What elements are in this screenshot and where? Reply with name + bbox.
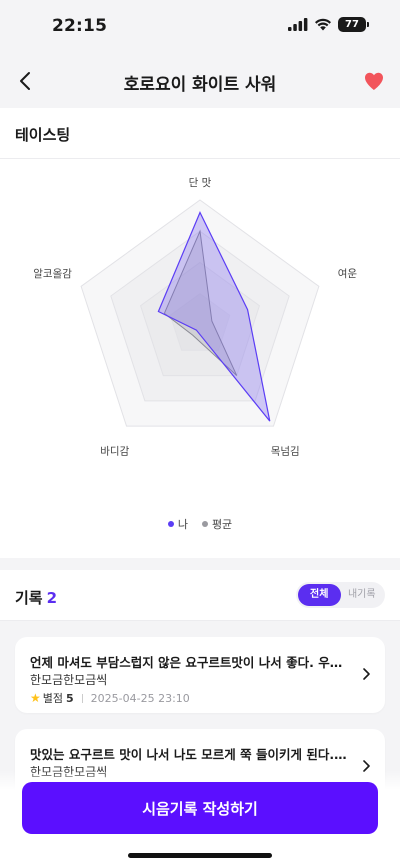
tasting-section: 테이스팅 단 맛여운목넘김 바디감 알코올감 나 평균: [0, 108, 400, 558]
filter-all-tab[interactable]: 전체: [298, 584, 341, 606]
record-author: 한모금한모금씩: [30, 673, 108, 687]
meta-separator: [81, 693, 83, 703]
legend-label-average: 평균: [211, 518, 233, 531]
star-icon: ★: [30, 691, 41, 705]
record-meta: ★ 별점 5 2025-04-25 23:10: [30, 690, 190, 706]
status-bar: 22:15 77: [0, 0, 400, 54]
legend-label-me: 나: [177, 518, 188, 531]
chevron-right-icon: [363, 668, 370, 680]
status-time: 22:15: [52, 16, 108, 36]
record-text: 맛있는 요구르트 맛이 나서 나도 모르게 쭉 들이키게 된다. 아무리 마셔도: [30, 747, 350, 762]
rating-value: 5: [66, 691, 74, 705]
record-card[interactable]: 언제 마셔도 부담스럽지 않은 요구르트맛이 나서 좋다. 우연히 편의점에서 …: [15, 637, 385, 713]
nav-bar: 호로요이 화이트 사워: [0, 54, 400, 108]
tasting-title: 테이스팅: [15, 126, 71, 144]
rating-label: 별점: [42, 692, 64, 705]
radar-axis-label: 여운: [338, 268, 358, 280]
records-title-label: 기록: [15, 589, 43, 607]
radar-axis-label: 알코올감: [33, 268, 72, 280]
signal-icon: [288, 18, 308, 31]
filter-mine-tab[interactable]: 내기록: [341, 584, 384, 606]
records-count: 2: [46, 589, 58, 607]
legend-dot-average: [201, 521, 208, 527]
record-text: 언제 마셔도 부담스럽지 않은 요구르트맛이 나서 좋다. 우연히 편의점에서 …: [30, 655, 350, 670]
chart-legend: 나 평균: [0, 516, 400, 532]
home-indicator: [128, 853, 272, 858]
record-date: 2025-04-25 23:10: [90, 691, 190, 705]
legend-item-me: 나: [167, 516, 188, 532]
records-filter-toggle: 전체 내기록: [296, 582, 385, 608]
write-tasting-record-button[interactable]: 시음기록 작성하기: [22, 782, 378, 834]
status-icons: 77: [288, 17, 369, 32]
radar-axis-label: 목넘김: [271, 445, 300, 457]
radar-axis-label: 단 맛: [189, 177, 212, 189]
records-title: 기록 2: [15, 587, 57, 608]
legend-dot-me: [167, 521, 174, 527]
heart-icon[interactable]: [362, 69, 386, 93]
wifi-icon: [315, 18, 331, 31]
battery-icon: 77: [338, 17, 369, 32]
radar-axis-label: 바디감: [100, 445, 129, 457]
legend-item-average: 평균: [201, 516, 233, 532]
radar-chart: 단 맛여운목넘김 바디감 알코올감: [33, 177, 358, 457]
page-title: 호로요이 화이트 사워: [123, 75, 277, 95]
